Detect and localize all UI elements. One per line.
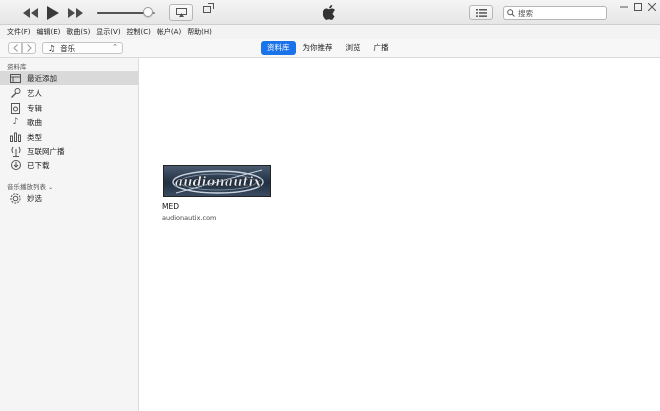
sidebar-item-songs[interactable]: ♪ 歌曲: [0, 115, 138, 129]
sidebar-item-label: 已下载: [27, 160, 50, 170]
miniplayer-button[interactable]: [203, 3, 214, 13]
airplay-icon: [175, 8, 187, 17]
album-artist[interactable]: audionautix.com: [162, 214, 216, 222]
tab-radio[interactable]: 广播: [368, 41, 395, 55]
album-icon: [10, 102, 21, 114]
genius-icon: [10, 192, 21, 204]
sidebar-item-downloaded[interactable]: 已下载: [0, 158, 138, 172]
sidebar-item-artists[interactable]: 艺人: [0, 86, 138, 100]
microphone-icon: [10, 88, 21, 99]
chevron-left-icon: [12, 44, 18, 52]
library-heading: 资料库: [7, 63, 27, 71]
sidebar-item-genius[interactable]: 妙选: [0, 191, 138, 205]
album-title[interactable]: MED: [162, 202, 179, 211]
rewind-icon: [23, 7, 38, 18]
forward-button[interactable]: [22, 42, 36, 54]
volume-level: [97, 12, 149, 14]
minimize-button[interactable]: [617, 1, 631, 12]
volume-knob[interactable]: [143, 7, 154, 17]
playlists-heading[interactable]: 音乐播放列表 ⌄: [7, 181, 53, 191]
status-display: [219, 0, 441, 25]
player-toolbar: [0, 0, 660, 25]
view-tabs: 资料库 为你推荐 浏览 广播: [261, 41, 396, 55]
back-button[interactable]: [8, 42, 22, 54]
menu-bar: 文件(F) 编辑(E) 歌曲(S) 显示(V) 控制(C) 帐户(A) 帮助(H…: [0, 25, 660, 39]
menu-account[interactable]: 帐户(A): [157, 27, 181, 37]
library-content: audionautix MED audionautix.com: [140, 58, 660, 411]
sidebar-item-label: 类型: [27, 132, 42, 142]
media-type-picker[interactable]: ♫ 音乐 ⌃: [42, 42, 123, 54]
navigation-bar: ♫ 音乐 ⌃ 资料库 为你推荐 浏览 广播: [0, 39, 660, 58]
sidebar-item-label: 互联网广播: [27, 146, 65, 156]
radio-antenna-icon: [10, 146, 21, 157]
sidebar-item-label: 最近添加: [27, 73, 57, 83]
download-icon: [10, 160, 21, 171]
sidebar-item-genres[interactable]: 类型: [0, 130, 138, 144]
fast-forward-icon: [68, 7, 83, 18]
sidebar-item-label: 妙选: [27, 193, 42, 203]
search-icon: [507, 9, 515, 17]
maximize-button[interactable]: [631, 1, 645, 12]
music-note-icon: ♪: [12, 117, 19, 127]
media-type-label: 音乐: [60, 43, 76, 53]
playlists-heading-label: 音乐播放列表: [7, 183, 46, 191]
sidebar: 资料库 最近添加 艺人 专辑 ♪ 歌曲 类型 互联网广播 已下载 音乐播放列表 …: [0, 58, 139, 411]
play-icon: [47, 5, 59, 20]
minimize-icon: [620, 6, 628, 7]
close-icon: [648, 2, 656, 11]
play-button[interactable]: [44, 5, 62, 20]
audionautix-logo: audionautix: [172, 169, 264, 194]
airplay-button[interactable]: [169, 4, 193, 21]
music-note-icon: ♫: [48, 43, 56, 53]
menu-song[interactable]: 歌曲(S): [66, 27, 90, 37]
menu-edit[interactable]: 编辑(E): [37, 27, 61, 37]
menu-help[interactable]: 帮助(H): [187, 27, 212, 37]
chevron-right-icon: [26, 44, 32, 52]
menu-view[interactable]: 显示(V): [96, 27, 120, 37]
genres-icon: [10, 132, 21, 143]
svg-text:audionautix: audionautix: [175, 175, 262, 190]
up-next-button[interactable]: [469, 5, 493, 20]
close-button[interactable]: [645, 1, 659, 12]
chevron-updown-icon: ⌃: [112, 43, 118, 51]
chevron-down-icon: ⌄: [48, 184, 54, 191]
sidebar-item-label: 艺人: [27, 88, 42, 98]
sidebar-item-albums[interactable]: 专辑: [0, 101, 138, 115]
fast-forward-button[interactable]: [67, 5, 84, 20]
sidebar-item-label: 歌曲: [27, 117, 42, 127]
menu-controls[interactable]: 控制(C): [127, 27, 151, 37]
recently-added-icon: [10, 73, 21, 84]
tab-for-you[interactable]: 为你推荐: [297, 41, 339, 55]
search-input[interactable]: [518, 8, 602, 18]
menu-file[interactable]: 文件(F): [7, 27, 31, 37]
search-box[interactable]: [503, 6, 607, 20]
apple-logo-icon: [323, 5, 335, 20]
sidebar-item-recently-added[interactable]: 最近添加: [0, 71, 138, 85]
sidebar-item-label: 专辑: [27, 103, 42, 113]
miniplayer-icon: [203, 3, 214, 13]
sidebar-item-internet-radio[interactable]: 互联网广播: [0, 144, 138, 158]
rewind-button[interactable]: [22, 5, 39, 20]
album-artwork[interactable]: audionautix: [163, 165, 271, 197]
list-icon: [475, 8, 487, 17]
maximize-icon: [634, 2, 642, 11]
tab-browse[interactable]: 浏览: [340, 41, 367, 55]
tab-library[interactable]: 资料库: [261, 41, 296, 55]
